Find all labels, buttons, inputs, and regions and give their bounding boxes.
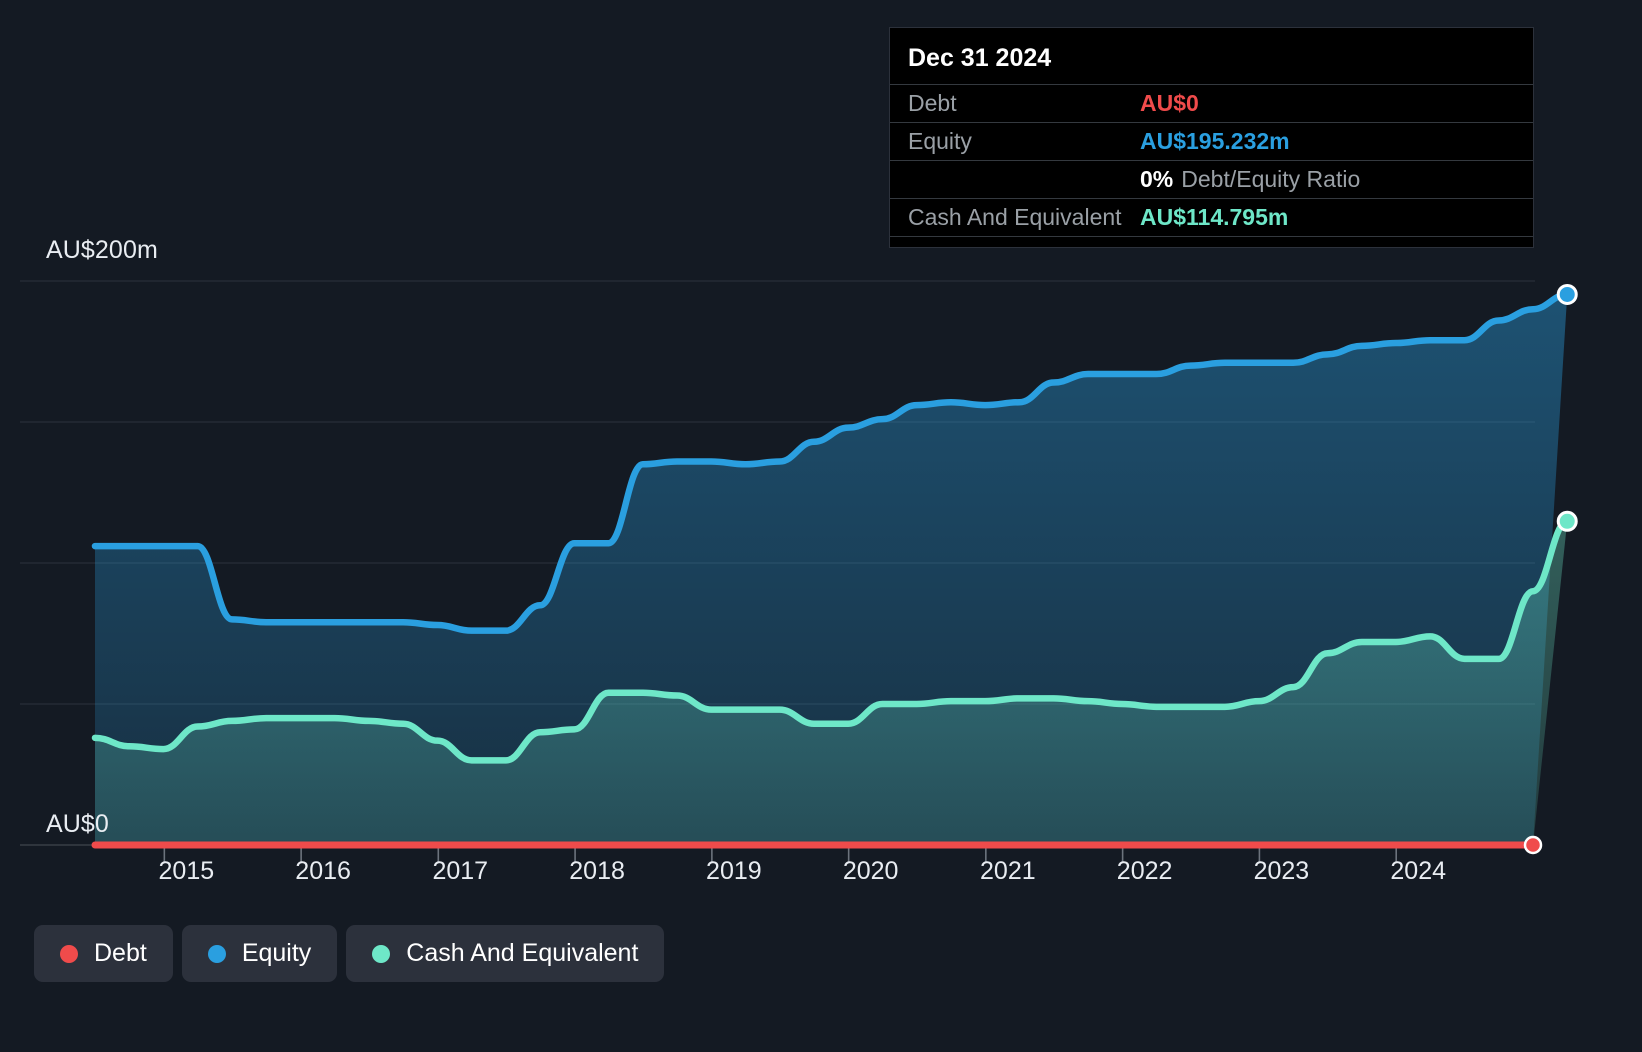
tooltip-value-cash: AU$114.795m: [1140, 204, 1289, 230]
x-axis-label-2017: 2017: [432, 857, 489, 885]
legend-label: Debt: [94, 939, 147, 967]
chart-series: [91, 291, 1571, 849]
chart-legend: Debt Equity Cash And Equivalent: [34, 925, 665, 982]
x-axis-label-2016: 2016: [295, 857, 351, 885]
tooltip-date: Dec 31 2024: [908, 44, 1052, 72]
tooltip-row-debt-equity-ratio: 0% Debt/Equity Ratio: [890, 160, 1533, 198]
x-axis-label-2023: 2023: [1253, 857, 1310, 885]
tooltip-row-cash: Cash And Equivalent AU$114.795m: [890, 198, 1533, 236]
legend-item-debt[interactable]: Debt: [34, 925, 173, 982]
legend-label: Cash And Equivalent: [406, 939, 639, 967]
tooltip-row-equity: Equity AU$195.232m: [890, 122, 1533, 160]
x-axis-label-2021: 2021: [980, 857, 1036, 885]
chart-page: AU$200m AU$0 2015 2016 2017 2018 2019 2020 202…: [0, 0, 1642, 1052]
tooltip-label-equity: Equity: [908, 128, 972, 154]
tooltip-row-debt: Debt AU$0: [890, 84, 1533, 122]
legend-dot-icon: [207, 944, 226, 963]
x-axis-label-2024: 2024: [1390, 857, 1447, 885]
x-axis-label-2019: 2019: [706, 857, 762, 885]
tooltip-bottom-divider: [890, 236, 1533, 247]
tooltip-label-cash: Cash And Equivalent: [908, 204, 1122, 230]
x-axis-label-2015: 2015: [158, 857, 215, 885]
legend-label: Equity: [241, 939, 312, 967]
tooltip-label-ratio: Debt/Equity Ratio: [1181, 166, 1361, 192]
tooltip-value-equity: AU$195.232m: [1140, 128, 1290, 154]
legend-dot-icon: [372, 944, 391, 963]
legend-item-cash[interactable]: Cash And Equivalent: [346, 925, 665, 982]
tooltip-value-ratio: 0%: [1140, 166, 1174, 192]
x-axis-label-2022: 2022: [1116, 857, 1173, 885]
legend-item-equity[interactable]: Equity: [181, 925, 338, 982]
chart-tooltip: Dec 31 2024 Debt AU$0 Equity AU$195.232m…: [889, 27, 1534, 248]
legend-dot-icon: [60, 944, 78, 963]
x-axis-label-2020: 2020: [842, 857, 899, 885]
tooltip-label-debt: Debt: [908, 90, 957, 116]
tooltip-value-debt: AU$0: [1140, 90, 1199, 116]
x-axis-label-2018: 2018: [569, 857, 625, 885]
